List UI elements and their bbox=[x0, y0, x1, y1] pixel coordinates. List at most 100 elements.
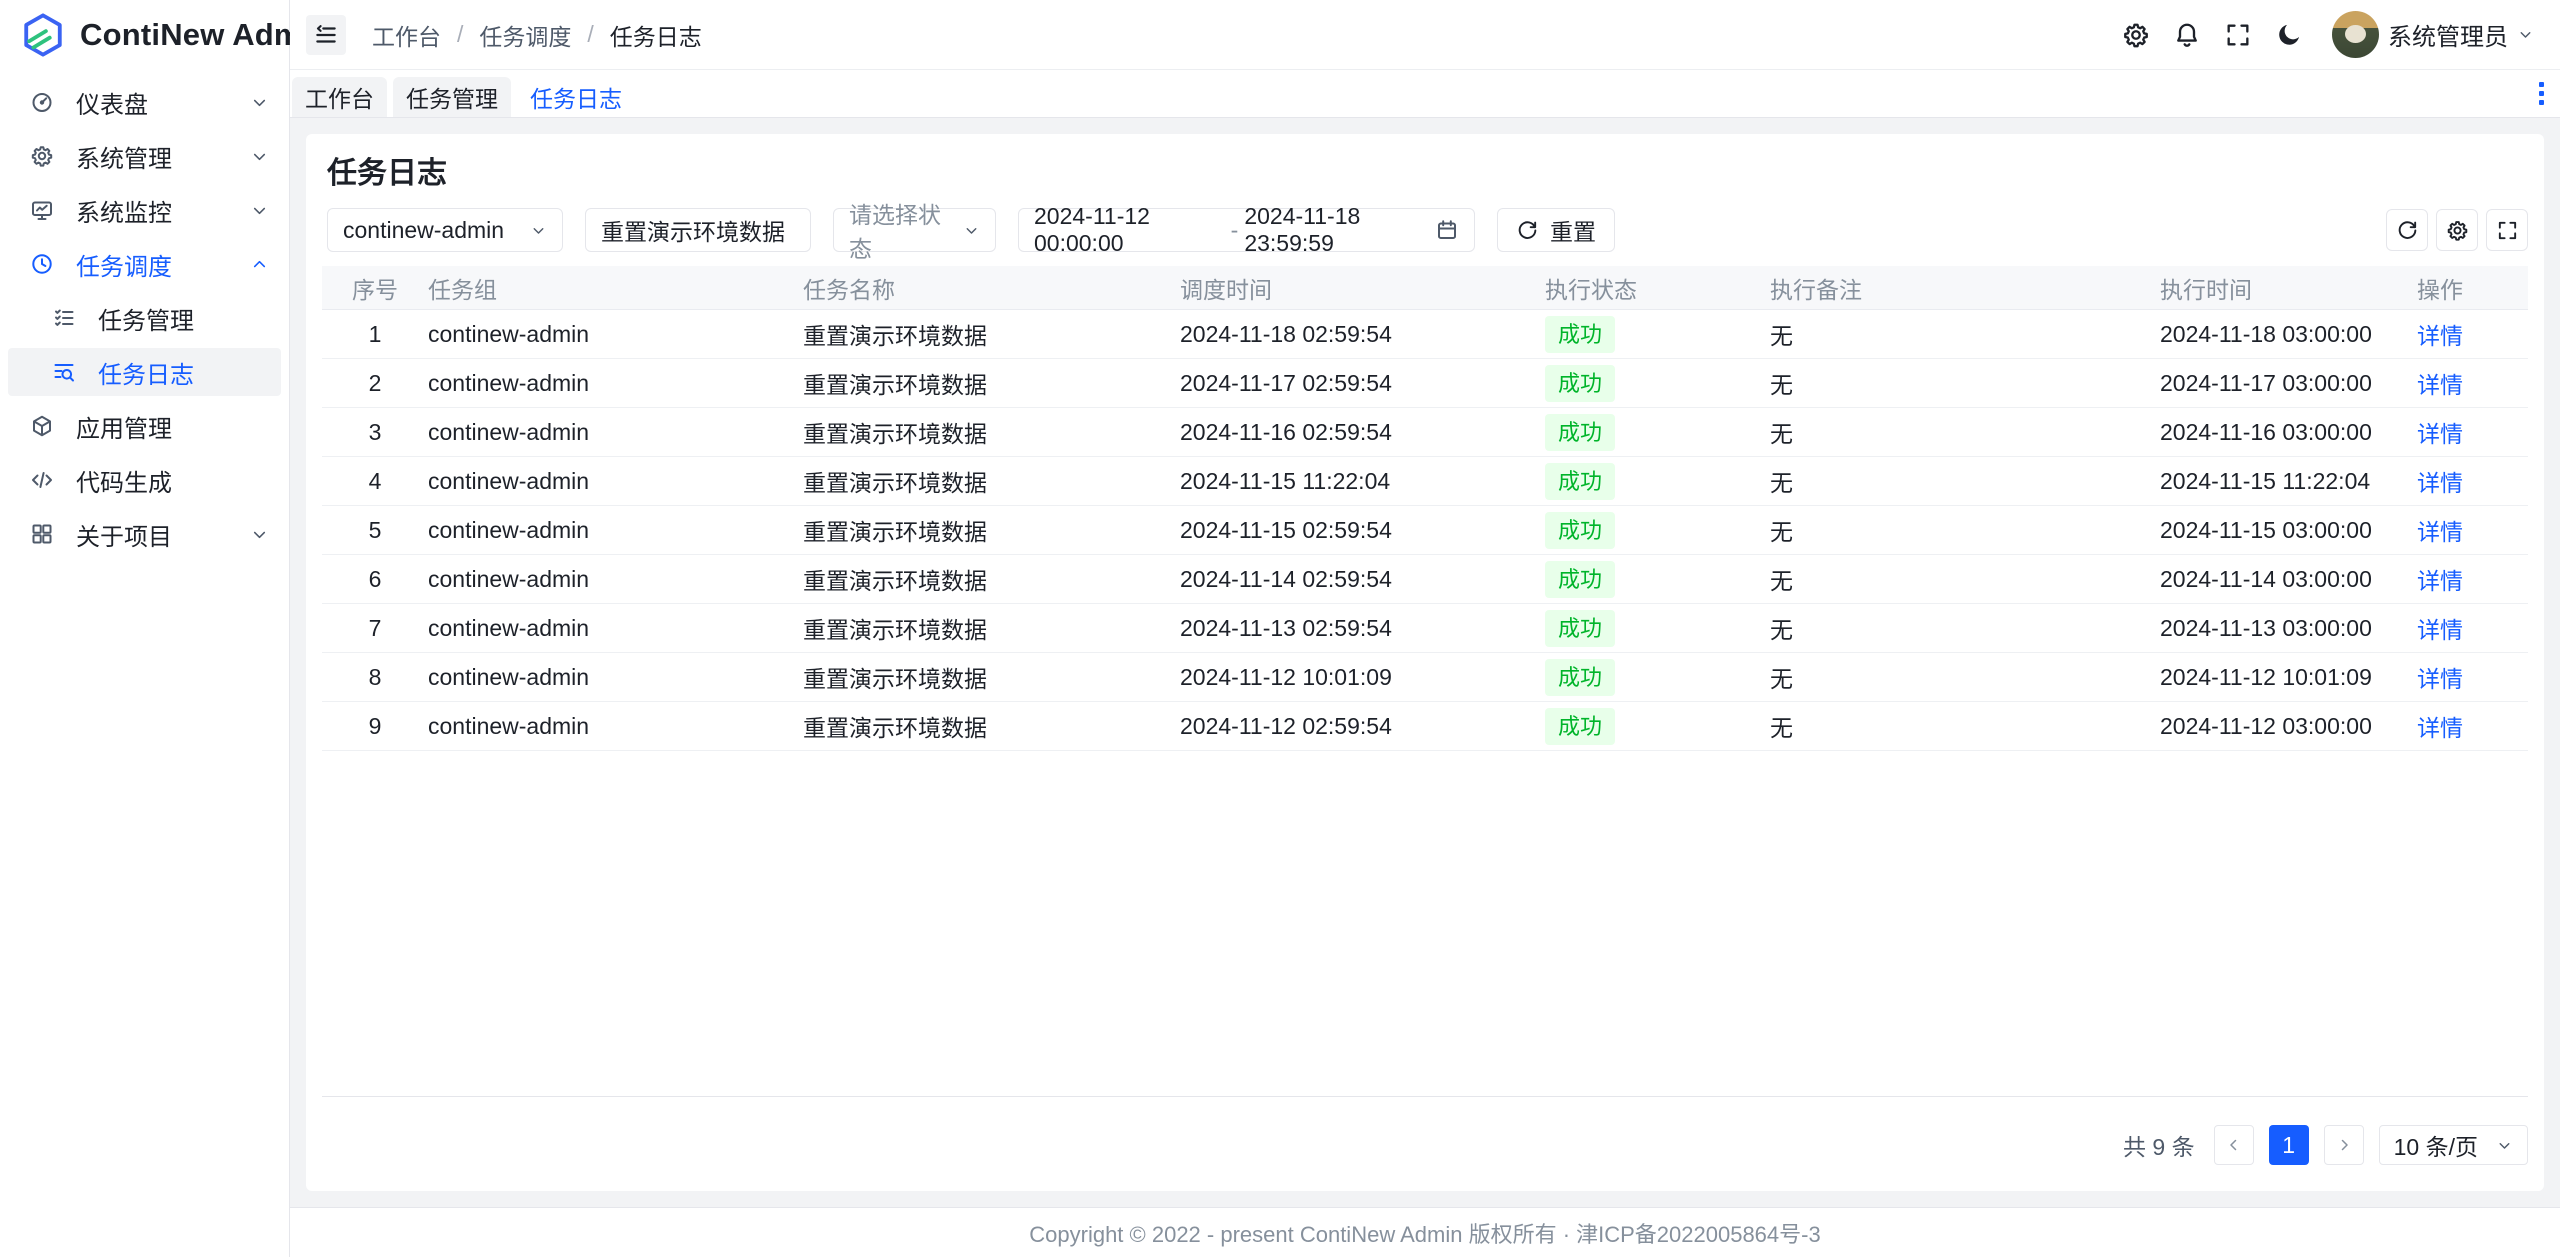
sidebar-item-about-project[interactable]: 关于项目 bbox=[8, 510, 281, 558]
sidebar-item-dashboard[interactable]: 仪表盘 bbox=[8, 78, 281, 126]
fullscreen-icon[interactable] bbox=[2224, 21, 2252, 49]
cell-status: 成功 bbox=[1545, 512, 1770, 549]
detail-link[interactable]: 详情 bbox=[2417, 666, 2463, 692]
detail-link[interactable]: 详情 bbox=[2417, 568, 2463, 594]
detail-link[interactable]: 详情 bbox=[2417, 421, 2463, 447]
refresh-icon bbox=[1516, 219, 1539, 242]
task-name-input[interactable]: 重置演示环境数据 bbox=[585, 208, 811, 252]
cell-task-name: 重置演示环境数据 bbox=[803, 317, 1180, 351]
chevron-down-icon bbox=[250, 201, 269, 220]
chevron-down-icon bbox=[963, 222, 980, 239]
detail-link[interactable]: 详情 bbox=[2417, 323, 2463, 349]
chevron-left-icon bbox=[2225, 1136, 2243, 1154]
status-placeholder: 请选择状态 bbox=[849, 196, 963, 264]
sidebar-item-label: 代码生成 bbox=[76, 463, 172, 498]
footer: Copyright © 2022 - present ContiNew Admi… bbox=[290, 1207, 2560, 1257]
table-row: 3 continew-admin 重置演示环境数据 2024-11-16 02:… bbox=[322, 408, 2528, 457]
date-range-picker[interactable]: 2024-11-12 00:00:00 - 2024-11-18 23:59:5… bbox=[1018, 208, 1475, 252]
cell-schedule-time: 2024-11-16 02:59:54 bbox=[1180, 419, 1545, 446]
page-tabs: 工作台 任务管理 任务日志 bbox=[290, 70, 2560, 118]
cell-no: 4 bbox=[322, 468, 428, 495]
tab-workbench[interactable]: 工作台 bbox=[292, 77, 387, 117]
page-size-select[interactable]: 10 条/页 bbox=[2379, 1125, 2528, 1165]
tab-task-management[interactable]: 任务管理 bbox=[393, 77, 511, 117]
cell-exec-note: 无 bbox=[1770, 415, 2160, 449]
cell-operation: 详情 bbox=[2415, 611, 2528, 645]
cell-exec-time: 2024-11-15 03:00:00 bbox=[2160, 517, 2415, 544]
breadcrumb-workbench[interactable]: 工作台 bbox=[372, 18, 441, 52]
task-name-value: 重置演示环境数据 bbox=[601, 213, 785, 247]
status-select[interactable]: 请选择状态 bbox=[833, 208, 996, 252]
breadcrumb-task-log: 任务日志 bbox=[610, 18, 702, 52]
tab-options-dots-icon[interactable] bbox=[2533, 76, 2550, 111]
cell-no: 1 bbox=[322, 321, 428, 348]
cell-no: 6 bbox=[322, 566, 428, 593]
pagination-prev-button[interactable] bbox=[2214, 1125, 2254, 1165]
table-row: 6 continew-admin 重置演示环境数据 2024-11-14 02:… bbox=[322, 555, 2528, 604]
sidebar-item-label: 任务调度 bbox=[76, 247, 172, 282]
cell-exec-note: 无 bbox=[1770, 611, 2160, 645]
pagination-page-1[interactable]: 1 bbox=[2269, 1125, 2309, 1165]
breadcrumb-task-schedule[interactable]: 任务调度 bbox=[479, 18, 571, 52]
top-header: 工作台 / 任务调度 / 任务日志 系统管理员 bbox=[290, 0, 2560, 70]
sidebar-collapse-button[interactable] bbox=[306, 15, 346, 55]
cell-task-group: continew-admin bbox=[428, 566, 803, 593]
cell-operation: 详情 bbox=[2415, 415, 2528, 449]
table-row: 4 continew-admin 重置演示环境数据 2024-11-15 11:… bbox=[322, 457, 2528, 506]
menu-fold-icon bbox=[313, 22, 339, 48]
cell-exec-note: 无 bbox=[1770, 709, 2160, 743]
notification-bell-icon[interactable] bbox=[2173, 21, 2201, 49]
cell-exec-time: 2024-11-14 03:00:00 bbox=[2160, 566, 2415, 593]
sidebar-item-label: 应用管理 bbox=[76, 409, 172, 444]
task-log-table: 序号 任务组 任务名称 调度时间 执行状态 执行备注 执行时间 操作 1 con… bbox=[322, 266, 2528, 751]
sidebar-item-system-management[interactable]: 系统管理 bbox=[8, 132, 281, 180]
detail-link[interactable]: 详情 bbox=[2417, 519, 2463, 545]
cell-status: 成功 bbox=[1545, 316, 1770, 353]
detail-link[interactable]: 详情 bbox=[2417, 372, 2463, 398]
table-row: 8 continew-admin 重置演示环境数据 2024-11-12 10:… bbox=[322, 653, 2528, 702]
tab-task-log[interactable]: 任务日志 bbox=[517, 77, 635, 117]
dark-mode-moon-icon[interactable] bbox=[2275, 21, 2303, 49]
cell-task-group: continew-admin bbox=[428, 517, 803, 544]
sidebar-item-code-generation[interactable]: 代码生成 bbox=[8, 456, 281, 504]
detail-link[interactable]: 详情 bbox=[2417, 470, 2463, 496]
status-badge: 成功 bbox=[1545, 610, 1615, 647]
detail-link[interactable]: 详情 bbox=[2417, 715, 2463, 741]
reset-button[interactable]: 重置 bbox=[1497, 208, 1615, 252]
table-fullscreen-button[interactable] bbox=[2486, 209, 2528, 251]
breadcrumb-separator: / bbox=[457, 21, 463, 48]
content-area: 任务日志 continew-admin 重置演示环境数据 请选择状态 bbox=[290, 118, 2560, 1207]
app-box-icon bbox=[30, 414, 54, 438]
app-root: ContiNew Admin 仪表盘 系统管理 系统监控 任务调度 bbox=[0, 0, 2560, 1257]
sidebar-item-system-monitor[interactable]: 系统监控 bbox=[8, 186, 281, 234]
date-separator: - bbox=[1225, 217, 1245, 244]
logo[interactable]: ContiNew Admin bbox=[0, 0, 289, 70]
refresh-button[interactable] bbox=[2386, 209, 2428, 251]
about-grid-icon bbox=[30, 522, 54, 546]
column-settings-button[interactable] bbox=[2436, 209, 2478, 251]
user-menu[interactable]: 系统管理员 bbox=[2326, 11, 2534, 58]
status-badge: 成功 bbox=[1545, 463, 1615, 500]
task-group-value: continew-admin bbox=[343, 217, 504, 244]
chevron-down-icon bbox=[530, 222, 547, 239]
cell-exec-note: 无 bbox=[1770, 366, 2160, 400]
status-badge: 成功 bbox=[1545, 708, 1615, 745]
sidebar-item-task-log[interactable]: 任务日志 bbox=[8, 348, 281, 396]
settings-icon[interactable] bbox=[2122, 21, 2150, 49]
table-header-row: 序号 任务组 任务名称 调度时间 执行状态 执行备注 执行时间 操作 bbox=[322, 266, 2528, 310]
table-row: 1 continew-admin 重置演示环境数据 2024-11-18 02:… bbox=[322, 310, 2528, 359]
cell-no: 9 bbox=[322, 713, 428, 740]
cell-status: 成功 bbox=[1545, 365, 1770, 402]
cell-task-name: 重置演示环境数据 bbox=[803, 464, 1180, 498]
cell-exec-note: 无 bbox=[1770, 464, 2160, 498]
sidebar-item-task-management[interactable]: 任务管理 bbox=[8, 294, 281, 342]
task-group-select[interactable]: continew-admin bbox=[327, 208, 563, 252]
page-title: 任务日志 bbox=[327, 156, 2523, 192]
detail-link[interactable]: 详情 bbox=[2417, 617, 2463, 643]
column-header-exec-time: 执行时间 bbox=[2160, 271, 2415, 305]
pagination-next-button[interactable] bbox=[2324, 1125, 2364, 1165]
sidebar-item-app-management[interactable]: 应用管理 bbox=[8, 402, 281, 450]
pagination: 共 9 条 1 10 条/页 bbox=[322, 1125, 2528, 1165]
cell-schedule-time: 2024-11-15 11:22:04 bbox=[1180, 468, 1545, 495]
sidebar-item-task-schedule[interactable]: 任务调度 bbox=[8, 240, 281, 288]
